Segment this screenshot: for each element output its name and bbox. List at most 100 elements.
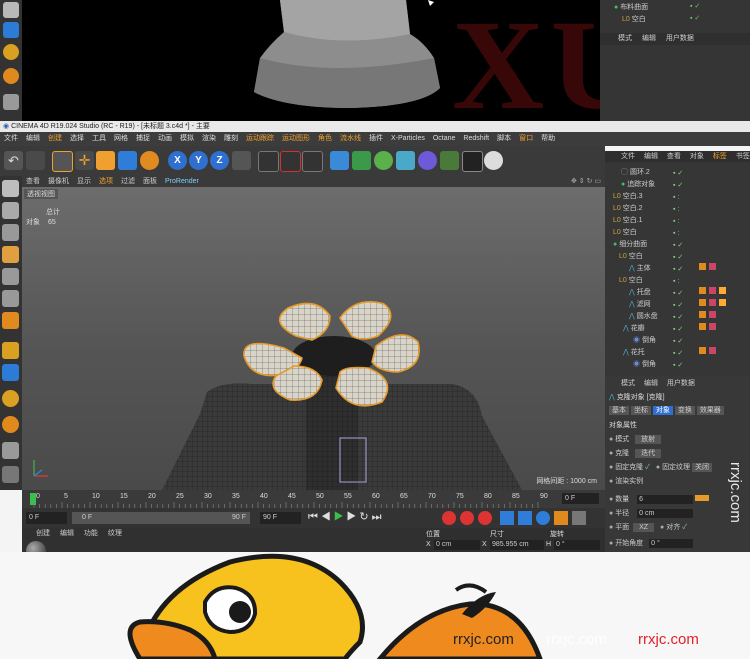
menu-motion-tracking[interactable]: 运动跟踪 — [246, 132, 274, 146]
mat-tab-edit[interactable]: 编辑 — [60, 530, 74, 537]
floor-icon[interactable] — [440, 151, 459, 170]
clones-dropdown[interactable]: 迭代 — [635, 449, 662, 458]
render-view-icon[interactable] — [258, 151, 279, 172]
om-tab-view[interactable]: 查看 — [667, 153, 681, 160]
menu-redshift[interactable]: Redshift — [463, 132, 489, 146]
coord-h-rotation[interactable]: 0 ° — [554, 540, 600, 550]
visibility-check-icon[interactable]: ▪ ✓ — [690, 2, 700, 13]
record-icon[interactable] — [442, 511, 456, 525]
coord-x-size[interactable]: 985.955 cm — [490, 540, 544, 550]
prev-key-icon[interactable]: ◀ — [321, 511, 334, 523]
om-row[interactable]: ◯ 圆环.2 — [621, 167, 650, 178]
axis-mode-icon[interactable] — [2, 342, 19, 359]
om-item[interactable]: ● 布料曲面 — [614, 2, 648, 13]
tool-icon[interactable] — [3, 2, 19, 18]
recent-tools-icon[interactable] — [140, 151, 159, 170]
go-start-icon[interactable]: ⏮ — [308, 511, 321, 523]
workplane-icon[interactable] — [2, 246, 19, 263]
mode-dropdown[interactable]: 放射 — [635, 435, 662, 444]
z-axis-icon[interactable]: Z — [210, 151, 229, 170]
menu-script[interactable]: 脚本 — [497, 132, 511, 146]
timeline-settings-icon[interactable] — [572, 511, 586, 525]
coordinate-system-icon[interactable] — [232, 151, 251, 170]
perspective-viewport[interactable]: 查看 摄像机 显示 选项 过滤 面板 ProRender ✥ ⇕ ↻ ▭ 透视视图 总计 对… — [22, 176, 605, 490]
redo-icon[interactable] — [26, 151, 45, 170]
cloner-icon[interactable] — [396, 151, 415, 170]
om-row[interactable]: ⋀ 主体 — [629, 263, 651, 274]
menu-file[interactable]: 文件 — [4, 132, 18, 146]
layers-icon[interactable] — [3, 94, 19, 110]
key-rotation-icon[interactable] — [536, 511, 550, 525]
layer-icon[interactable] — [2, 442, 19, 459]
y-axis-icon[interactable]: Y — [189, 151, 208, 170]
end-frame-field[interactable]: 90 F — [260, 512, 301, 524]
key-param-icon[interactable] — [554, 511, 568, 525]
auto-key-icon[interactable] — [460, 511, 474, 525]
menu-snap[interactable]: 捕捉 — [136, 132, 150, 146]
om-tab-tags[interactable]: 标签 — [713, 153, 727, 160]
om-tab-file[interactable]: 文件 — [621, 153, 635, 160]
make-editable-icon[interactable] — [2, 180, 19, 197]
pen-icon[interactable] — [352, 151, 371, 170]
start-frame-field[interactable]: 0 F — [26, 512, 67, 524]
tab-mode[interactable]: 模式 — [618, 35, 632, 42]
s-tool-icon[interactable] — [3, 44, 19, 60]
om-row[interactable]: L0 空白 — [613, 227, 637, 238]
key-scale-icon[interactable] — [518, 511, 532, 525]
tab-edit[interactable]: 编辑 — [642, 35, 656, 42]
mat-tab-function[interactable]: 功能 — [84, 530, 98, 537]
timeline-ruler[interactable]: 0 5 10 15 20 25 30 35 40 45 50 55 60 65 … — [22, 490, 605, 508]
rotate-icon[interactable] — [118, 151, 137, 170]
light-icon[interactable] — [484, 151, 503, 170]
menu-help[interactable]: 帮助 — [541, 132, 555, 146]
om-row[interactable]: ● 追踪对象 — [621, 179, 655, 190]
om-row[interactable]: ◉ 倒角 — [633, 359, 656, 370]
menu-octane[interactable]: Octane — [433, 132, 456, 146]
menu-sculpt[interactable]: 雕刻 — [224, 132, 238, 146]
attr-tab-effectors[interactable]: 效果器 — [696, 406, 724, 415]
tab-user-data[interactable]: 用户数据 — [666, 35, 694, 42]
key-position-icon[interactable] — [500, 511, 514, 525]
edges-mode-icon[interactable] — [2, 290, 19, 307]
undo-icon[interactable]: ↶ — [4, 151, 23, 170]
count-field[interactable]: 6 — [637, 495, 694, 504]
menu-mesh[interactable]: 网格 — [114, 132, 128, 146]
menu-character[interactable]: 角色 — [318, 132, 332, 146]
start-angle-field[interactable]: 0 ° — [649, 539, 694, 548]
model-mode-icon[interactable] — [2, 202, 19, 219]
count-slider[interactable] — [695, 495, 710, 501]
move-icon[interactable]: ✛ — [75, 151, 94, 170]
next-key-icon[interactable]: ▶ — [347, 511, 360, 523]
attr-tab-object[interactable]: 对象 — [652, 406, 673, 415]
attr-tab-transform[interactable]: 变换 — [674, 406, 695, 415]
menu-mograph[interactable]: 运动图形 — [282, 132, 310, 146]
mat-tab-create[interactable]: 创建 — [36, 530, 50, 537]
menu-render[interactable]: 渲染 — [202, 132, 216, 146]
texture-mode-icon[interactable] — [2, 224, 19, 241]
om-row[interactable]: L0 空白.1 — [613, 215, 643, 226]
cube-icon[interactable] — [330, 151, 349, 170]
om-row[interactable]: L0 空白.3 — [613, 191, 643, 202]
lock-icon[interactable] — [2, 466, 19, 483]
attr-tab-edit[interactable]: 编辑 — [644, 380, 658, 387]
menu-pipeline[interactable]: 流水线 — [340, 132, 361, 146]
polygons-mode-icon[interactable] — [2, 312, 19, 329]
go-end-icon[interactable]: ⏭ — [372, 511, 385, 523]
render-settings-icon[interactable] — [302, 151, 323, 172]
frame-end-field[interactable]: 0 F — [562, 493, 599, 504]
om-row[interactable]: ⋀ 花托 — [623, 347, 645, 358]
points-mode-icon[interactable] — [2, 268, 19, 285]
solo-icon[interactable] — [2, 390, 19, 407]
scale-icon[interactable] — [96, 151, 115, 170]
om-row[interactable]: L0 空白 — [619, 251, 643, 262]
om-row[interactable]: ⋀ 圆水盘 — [629, 311, 658, 322]
x-axis-icon[interactable]: X — [168, 151, 187, 170]
radius-field[interactable]: 0 cm — [637, 509, 694, 518]
om-tab-edit[interactable]: 编辑 — [644, 153, 658, 160]
attr-tab-user-data[interactable]: 用户数据 — [667, 380, 695, 387]
keyframe-help-icon[interactable] — [478, 511, 492, 525]
menu-x-particles[interactable]: X-Particles — [391, 132, 425, 146]
om-row[interactable]: ◉ 倒角 — [633, 335, 656, 346]
om-item[interactable]: L0 空白 — [622, 14, 646, 25]
magnet-icon[interactable] — [3, 68, 19, 84]
